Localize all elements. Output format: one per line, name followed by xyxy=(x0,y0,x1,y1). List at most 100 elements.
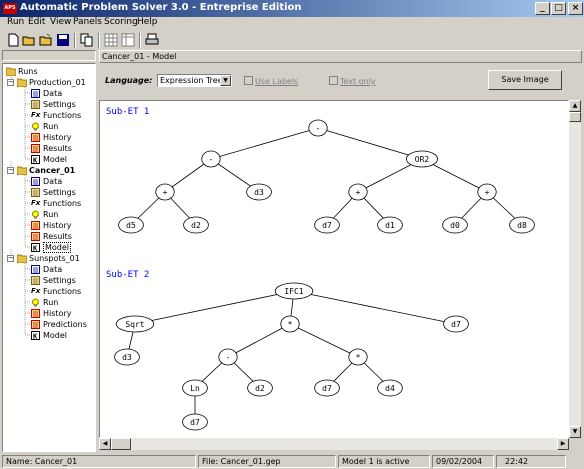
tree-node: d3 xyxy=(114,348,140,366)
tree-label: Sunspots_01 xyxy=(29,254,80,263)
text-only-label: Text only xyxy=(340,77,376,86)
results-icon xyxy=(31,232,40,241)
collapse-toggle[interactable]: − xyxy=(7,79,14,86)
grid-icon[interactable] xyxy=(103,32,119,48)
language-select[interactable]: Expression Tree ▼ xyxy=(157,74,232,87)
vertical-scroll-thumb[interactable] xyxy=(569,112,581,122)
model-icon: K xyxy=(31,155,40,165)
toolbar-separator xyxy=(74,33,76,48)
project-panel: Runs − Production_01 Data Settings Fx Function… xyxy=(2,50,96,452)
expression-tree-diagram: Sub-ET 1 - - OR2 + d3 + + d5 d2 d7 d1 d0 d8 Sub-ET 2 IF… xyxy=(106,107,535,431)
tree-label: Functions xyxy=(43,111,82,120)
tree-node-label: Ln xyxy=(190,384,200,393)
tree-node: d0 xyxy=(442,216,468,234)
tree-label: Model xyxy=(43,331,68,340)
panel-title-bar: Cancer_01 - Model xyxy=(99,50,582,63)
run-icon xyxy=(31,210,40,219)
print-icon[interactable] xyxy=(144,32,160,48)
tree-node-label: + xyxy=(485,188,490,197)
tree-label: Data xyxy=(43,265,63,274)
maximize-button[interactable]: □ xyxy=(551,2,566,15)
tree-node: d7 xyxy=(314,216,340,234)
use-labels-checkbox[interactable]: Use Labels xyxy=(244,76,298,86)
options-bar: Language: Expression Tree ▼ Use Labels T… xyxy=(99,64,582,100)
tree-node: - xyxy=(218,348,238,366)
table-icon[interactable] xyxy=(120,32,136,48)
run-icon xyxy=(31,298,40,307)
vertical-scrollbar[interactable]: ▲ ▼ xyxy=(569,100,581,438)
tree-node-label: d5 xyxy=(126,221,136,230)
text-only-checkbox[interactable]: Text only xyxy=(329,76,376,86)
tree-node: - xyxy=(201,150,221,168)
tree-label: Production_01 xyxy=(29,78,86,87)
tree-node: d5 xyxy=(118,216,144,234)
tree-edge xyxy=(289,323,359,358)
tree-edge xyxy=(134,290,295,325)
tree-edge xyxy=(210,127,319,160)
tree-node-label: d4 xyxy=(385,384,395,393)
functions-icon: Fx xyxy=(31,287,41,295)
tree-label: History xyxy=(43,309,72,318)
chevron-down-icon[interactable]: ▼ xyxy=(220,75,231,86)
language-value: Expression Tree xyxy=(160,76,223,85)
folder-icon xyxy=(16,166,28,176)
tree-label: Predictions xyxy=(43,320,87,329)
tree-label: Results xyxy=(43,144,72,153)
tree-node-label: d7 xyxy=(190,418,200,427)
collapse-toggle[interactable]: − xyxy=(7,167,14,174)
new-icon[interactable] xyxy=(5,32,21,48)
tree-node: d4 xyxy=(377,379,403,397)
close-button[interactable]: × xyxy=(568,2,583,15)
tree-node-label: - xyxy=(226,353,231,362)
tree-label: History xyxy=(43,133,72,142)
scroll-up-button[interactable]: ▲ xyxy=(569,100,581,112)
tree-node-label: * xyxy=(356,353,361,362)
menu-scoring[interactable]: Scoring xyxy=(104,17,138,27)
menu-view[interactable]: View xyxy=(50,17,71,27)
menu-run[interactable]: Run xyxy=(7,17,24,27)
tree-node-label: + xyxy=(356,188,361,197)
status-file: File: Cancer_01.gep xyxy=(198,455,336,468)
model-icon: K xyxy=(31,331,40,341)
status-bar: Name: Cancer_01 File: Cancer_01.gep Mode… xyxy=(0,454,584,469)
scroll-down-button[interactable]: ▼ xyxy=(569,426,581,438)
tree-node: d7 xyxy=(443,315,469,333)
tree-label: Runs xyxy=(18,67,38,76)
open-folder-icon[interactable] xyxy=(38,32,54,48)
tree-node-label: IFC1 xyxy=(284,287,303,296)
open-icon[interactable] xyxy=(21,32,37,48)
data-icon xyxy=(31,177,40,186)
save-icon[interactable] xyxy=(55,32,71,48)
tree-label: Cancer_01 xyxy=(29,166,76,175)
tree-edge xyxy=(227,323,291,358)
status-date: 09/02/2004 xyxy=(432,455,494,468)
tree-label: Settings xyxy=(43,100,76,109)
horizontal-scroll-thumb[interactable] xyxy=(111,438,131,450)
sub-et-label: Sub-ET 1 xyxy=(106,107,149,117)
tree-node: d7 xyxy=(314,379,340,397)
settings-icon xyxy=(31,100,40,109)
collapse-toggle[interactable]: − xyxy=(7,255,14,262)
menu-panels[interactable]: Panels xyxy=(73,17,102,27)
tree-node: + xyxy=(155,183,175,201)
sub-et-label: Sub-ET 2 xyxy=(106,270,149,280)
scroll-right-button[interactable]: ▶ xyxy=(557,438,569,450)
scroll-left-button[interactable]: ◀ xyxy=(99,438,111,450)
menu-edit[interactable]: Edit xyxy=(28,17,45,27)
title-bar: APS Automatic Problem Solver 3.0 - Entre… xyxy=(0,0,584,17)
tree-node: d3 xyxy=(246,183,272,201)
tree-label: Functions xyxy=(43,199,82,208)
save-image-button[interactable]: Save Image xyxy=(488,70,562,90)
horizontal-scrollbar[interactable]: ◀ ▶ xyxy=(99,438,569,450)
tree-label: History xyxy=(43,221,72,230)
copy-icon[interactable] xyxy=(79,32,95,48)
tree-label: Settings xyxy=(43,188,76,197)
minimize-button[interactable]: _ xyxy=(535,2,550,15)
tree-label: Model xyxy=(43,155,68,164)
data-icon xyxy=(31,265,40,274)
tree-node: + xyxy=(477,183,497,201)
tree-edge xyxy=(317,127,423,160)
panel-title: Cancer_01 - Model xyxy=(102,52,177,61)
menu-help[interactable]: Help xyxy=(137,17,158,27)
toolbar-separator xyxy=(98,33,100,48)
